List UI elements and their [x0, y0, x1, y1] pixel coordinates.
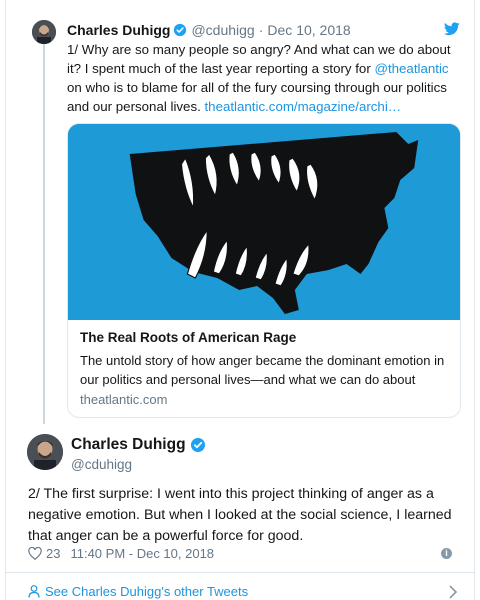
see-other-tweets-label: See Charles Duhigg's other Tweets — [45, 584, 249, 599]
author-handle[interactable]: @cduhigg — [191, 22, 254, 38]
tweet-date[interactable]: Dec 10, 2018 — [267, 22, 350, 38]
avatar[interactable] — [27, 434, 63, 470]
avatar-image — [32, 20, 56, 44]
verified-badge-icon — [174, 23, 187, 37]
author-name[interactable]: Charles Duhigg — [71, 436, 186, 454]
tweet2-meta: 23 11:40 PM - Dec 10, 2018 — [28, 546, 214, 561]
tweet1-header: Charles Duhigg @cduhigg · Dec 10, 2018 — [67, 22, 351, 38]
info-icon[interactable]: i — [441, 548, 452, 559]
chevron-right-icon[interactable] — [448, 585, 458, 599]
author-name[interactable]: Charles Duhigg — [67, 22, 170, 38]
tweet2-author-row: Charles Duhigg — [71, 436, 206, 454]
usa-map-teeth-illustration — [68, 124, 460, 320]
article-card-body: The Real Roots of American Rage The unto… — [68, 320, 460, 417]
tweet2-text: 2/ The first surprise: I went into this … — [28, 486, 452, 544]
article-title: The Real Roots of American Rage — [80, 330, 297, 345]
meta-separator: · — [258, 22, 264, 38]
mention-link[interactable]: @theatlantic — [374, 61, 448, 76]
twitter-bird-icon[interactable] — [444, 22, 460, 36]
verified-badge-icon — [190, 438, 205, 452]
like-count[interactable]: 23 — [46, 546, 60, 561]
see-other-tweets-link[interactable]: See Charles Duhigg's other Tweets — [28, 584, 248, 599]
article-link-card[interactable]: The Real Roots of American Rage The unto… — [67, 123, 461, 418]
avatar[interactable] — [32, 20, 56, 44]
article-url-link[interactable]: theatlantic.com/magazine/archi… — [204, 99, 401, 114]
person-icon — [28, 585, 40, 598]
article-description: The untold story of how anger became the… — [80, 353, 445, 387]
tweet-timestamp[interactable]: 11:40 PM - Dec 10, 2018 — [70, 546, 214, 561]
thread-connector-line — [43, 44, 45, 424]
avatar-image — [27, 434, 63, 470]
article-domain: theatlantic.com — [80, 392, 168, 407]
footer-divider — [6, 572, 474, 573]
tweet-embed-card: Charles Duhigg @cduhigg · Dec 10, 2018 1… — [5, 0, 475, 600]
heart-icon[interactable] — [28, 547, 42, 560]
author-handle[interactable]: @cduhigg — [71, 457, 132, 472]
tweet1-text: 1/ Why are so many people so angry? And … — [67, 40, 467, 116]
article-image — [68, 124, 460, 320]
